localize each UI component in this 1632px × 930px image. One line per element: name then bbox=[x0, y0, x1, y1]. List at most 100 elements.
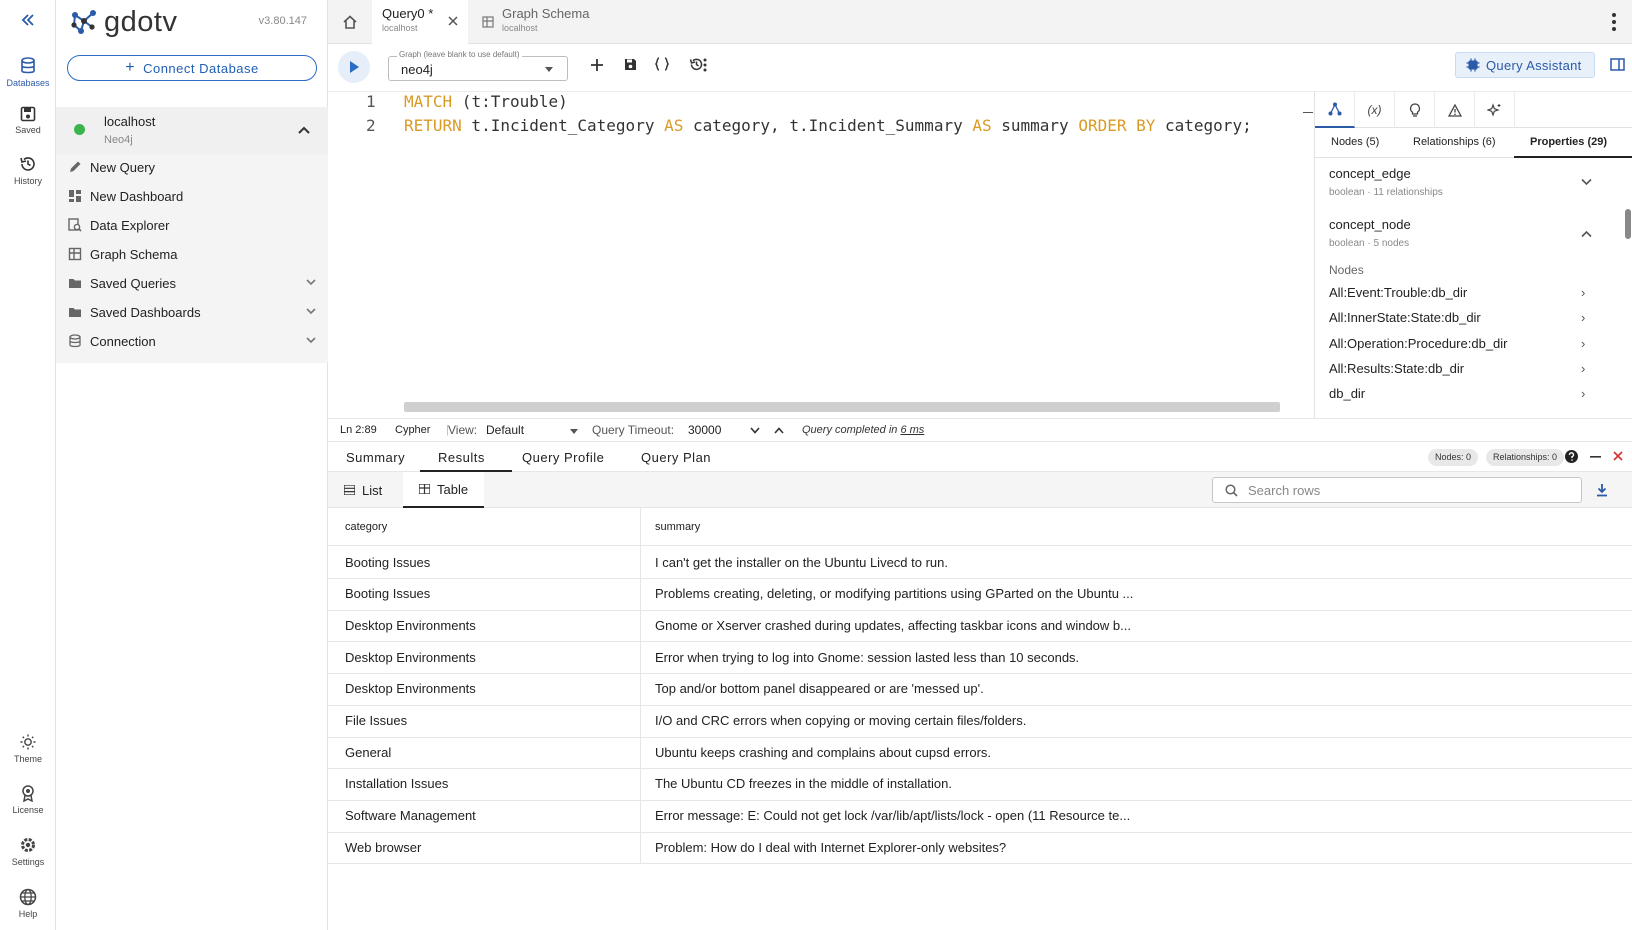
tab-graph-schema[interactable]: Graph Schema localhost bbox=[474, 0, 628, 44]
property-node-item[interactable]: All:Operation:Procedure:db_dir › bbox=[1329, 336, 1599, 351]
rail-history-button[interactable]: History bbox=[0, 155, 56, 186]
run-query-button[interactable] bbox=[338, 51, 370, 83]
timeout-input[interactable]: 30000 bbox=[688, 423, 721, 437]
view-list-tab[interactable]: List bbox=[328, 472, 398, 508]
rail-license-button[interactable]: License bbox=[0, 784, 56, 815]
chevron-up-icon[interactable] bbox=[298, 125, 310, 135]
table-cell-category[interactable]: Booting Issues bbox=[328, 577, 641, 611]
connect-database-button[interactable]: + Connect Database bbox=[67, 55, 317, 81]
table-cell-summary[interactable]: Error when trying to log into Gnome: ses… bbox=[641, 641, 1632, 675]
editor-horizontal-scrollbar[interactable] bbox=[404, 402, 1280, 412]
side-panel-graph-tab[interactable] bbox=[1315, 92, 1355, 128]
code-line-2[interactable]: RETURN t.Incident_Category AS category, … bbox=[404, 116, 1252, 135]
property-name[interactable]: concept_edge bbox=[1329, 166, 1411, 181]
tab-query-profile[interactable]: Query Profile bbox=[522, 450, 604, 465]
sidebar-item-graph-schema[interactable]: Graph Schema bbox=[56, 240, 328, 268]
code-line-1[interactable]: MATCH (t:Trouble) bbox=[404, 92, 568, 111]
add-icon[interactable] bbox=[591, 59, 603, 71]
format-code-icon[interactable] bbox=[655, 57, 669, 71]
rail-settings-button[interactable]: Settings bbox=[0, 836, 56, 867]
column-header-summary[interactable]: summary bbox=[641, 508, 1632, 546]
table-cell-summary[interactable]: I/O and CRC errors when copying or movin… bbox=[641, 705, 1632, 738]
table-cell-category[interactable]: General bbox=[328, 736, 641, 770]
table-cell-category[interactable]: Booting Issues bbox=[328, 546, 641, 579]
side-panel-variables-tab[interactable]: (x) bbox=[1355, 92, 1395, 128]
search-rows-input[interactable]: Search rows bbox=[1212, 477, 1582, 503]
table-cell-summary[interactable]: Ubuntu keeps crashing and complains abou… bbox=[641, 736, 1632, 770]
property-node-item[interactable]: All:Results:State:db_dir › bbox=[1329, 361, 1599, 376]
tab-relationships[interactable]: Relationships (6) bbox=[1413, 136, 1496, 148]
column-header-category[interactable]: category bbox=[328, 508, 641, 546]
property-node-item[interactable]: db_dir › bbox=[1329, 386, 1599, 401]
table-cell-category[interactable]: Software Management bbox=[328, 799, 641, 833]
sidebar-item-saved-dashboards[interactable]: Saved Dashboards bbox=[56, 298, 328, 326]
sidebar-item-new-query[interactable]: New Query bbox=[56, 153, 328, 181]
toolbar-more-icon[interactable] bbox=[703, 58, 707, 72]
table-cell-category[interactable]: Desktop Environments bbox=[328, 641, 641, 675]
tab-query0[interactable]: Query0 * localhost bbox=[372, 0, 468, 44]
table-cell-summary[interactable]: Error message: E: Could not get lock /va… bbox=[641, 800, 1632, 833]
table-cell-category[interactable]: Desktop Environments bbox=[328, 609, 641, 643]
table-cell-category[interactable]: Web browser bbox=[328, 831, 641, 865]
caret-down-icon[interactable] bbox=[570, 429, 578, 434]
close-icon[interactable] bbox=[1613, 451, 1623, 461]
folder-icon bbox=[69, 279, 81, 288]
nodes-count-badge: Nodes: 0 bbox=[1428, 449, 1479, 466]
table-cell-summary[interactable]: Problems creating, deleting, or modifyin… bbox=[641, 578, 1632, 611]
more-vertical-icon[interactable] bbox=[1612, 13, 1616, 31]
chevron-down-icon[interactable] bbox=[306, 336, 316, 344]
history-icon[interactable] bbox=[689, 57, 704, 72]
chevron-up-icon[interactable] bbox=[774, 427, 784, 434]
collapse-sidebar-button[interactable] bbox=[0, 12, 56, 31]
tab-summary[interactable]: Summary bbox=[346, 450, 405, 465]
home-tab[interactable] bbox=[328, 0, 372, 44]
view-select[interactable]: Default bbox=[486, 423, 524, 437]
side-panel-icon[interactable] bbox=[1610, 58, 1625, 71]
table-cell-category[interactable]: File Issues bbox=[328, 704, 641, 738]
graph-select[interactable]: Graph (leave blank to use default) neo4j bbox=[388, 50, 568, 81]
minimize-icon[interactable] bbox=[1590, 456, 1601, 458]
rail-saved-button[interactable]: Saved bbox=[0, 106, 56, 135]
download-icon[interactable] bbox=[1596, 483, 1608, 497]
table-cell-summary[interactable]: Problem: How do I deal with Internet Exp… bbox=[641, 831, 1632, 865]
sidebar-item-connection[interactable]: Connection bbox=[56, 327, 328, 355]
query-assistant-button[interactable]: Query Assistant bbox=[1455, 52, 1595, 78]
tab-properties[interactable]: Properties (29) bbox=[1530, 136, 1607, 148]
code-editor[interactable]: 1 MATCH (t:Trouble) 2 RETURN t.Incident_… bbox=[328, 92, 1313, 418]
side-panel-ai-tab[interactable] bbox=[1475, 92, 1515, 128]
table-cell-summary[interactable]: Gnome or Xserver crashed during updates,… bbox=[641, 609, 1632, 643]
table-cell-category[interactable]: Desktop Environments bbox=[328, 672, 641, 706]
tab-nodes[interactable]: Nodes (5) bbox=[1331, 136, 1379, 148]
gear-icon bbox=[21, 838, 35, 852]
chevron-down-icon[interactable] bbox=[750, 427, 760, 434]
table-cell-category[interactable]: Installation Issues bbox=[328, 767, 641, 801]
view-label: View: bbox=[448, 423, 478, 437]
property-node-item[interactable]: All:InnerState:State:db_dir › bbox=[1329, 310, 1599, 325]
sidebar-item-saved-queries[interactable]: Saved Queries bbox=[56, 269, 328, 297]
help-icon[interactable] bbox=[1565, 450, 1578, 463]
rail-databases-label: Databases bbox=[6, 78, 50, 88]
sidebar-item-data-explorer[interactable]: Data Explorer bbox=[56, 211, 328, 239]
save-icon[interactable] bbox=[624, 58, 637, 71]
view-table-tab[interactable]: Table bbox=[403, 472, 485, 508]
close-icon[interactable] bbox=[448, 16, 458, 26]
rail-help-button[interactable]: Help bbox=[0, 888, 56, 919]
connection-header[interactable]: localhost Neo4j bbox=[56, 107, 328, 155]
chevron-down-icon[interactable] bbox=[306, 307, 316, 315]
rail-theme-button[interactable]: Theme bbox=[0, 733, 56, 764]
property-name[interactable]: concept_node bbox=[1329, 217, 1411, 232]
table-cell-summary[interactable]: I can't get the installer on the Ubuntu … bbox=[641, 546, 1632, 579]
sidebar-item-new-dashboard[interactable]: New Dashboard bbox=[56, 182, 328, 210]
property-node-item[interactable]: All:Event:Trouble:db_dir › bbox=[1329, 285, 1599, 300]
side-panel-tips-tab[interactable] bbox=[1395, 92, 1435, 128]
side-panel-warnings-tab[interactable] bbox=[1435, 92, 1475, 128]
chevron-up-icon[interactable] bbox=[1581, 230, 1592, 238]
rail-databases-button[interactable]: Databases bbox=[0, 57, 56, 88]
tab-query-plan[interactable]: Query Plan bbox=[641, 450, 711, 465]
table-cell-summary[interactable]: Top and/or bottom panel disappeared or a… bbox=[641, 673, 1632, 706]
side-panel-scrollbar[interactable] bbox=[1625, 209, 1631, 239]
table-cell-summary[interactable]: The Ubuntu CD freezes in the middle of i… bbox=[641, 768, 1632, 801]
tab-results[interactable]: Results bbox=[438, 450, 485, 465]
chevron-down-icon[interactable] bbox=[1581, 178, 1592, 186]
chevron-down-icon[interactable] bbox=[306, 278, 316, 286]
